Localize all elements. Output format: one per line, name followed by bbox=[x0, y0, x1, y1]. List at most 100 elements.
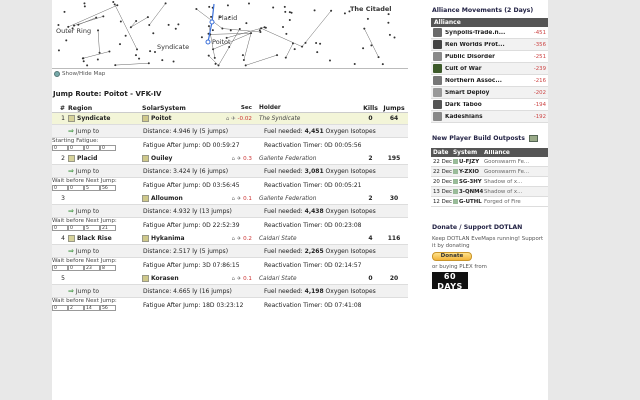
route-system-row[interactable]: 3Alloumon⌂ ✈ 0.1Gallente Federation230 bbox=[52, 193, 408, 205]
map-system-node[interactable] bbox=[77, 24, 79, 26]
alliance-row[interactable]: Dark Taboo-194 bbox=[431, 99, 548, 111]
solarsystem-link[interactable]: Hykanima bbox=[151, 235, 185, 242]
map-system-node[interactable] bbox=[239, 28, 241, 30]
map-system-node[interactable] bbox=[135, 20, 137, 22]
fatigue-input[interactable]: 0 bbox=[68, 265, 84, 271]
map-system-node[interactable] bbox=[168, 24, 170, 26]
map-system-node[interactable] bbox=[102, 15, 104, 17]
outpost-alliance[interactable]: Shadow of x... bbox=[484, 189, 548, 195]
map-system-node[interactable] bbox=[316, 51, 318, 53]
fatigue-input[interactable]: 56 bbox=[100, 305, 116, 311]
map-system-node[interactable] bbox=[362, 47, 364, 49]
map-system-node[interactable] bbox=[272, 7, 274, 9]
map-system-node[interactable] bbox=[394, 37, 396, 39]
map-system-node[interactable] bbox=[161, 59, 163, 61]
fatigue-input[interactable]: 21 bbox=[100, 225, 116, 231]
outpost-row[interactable]: 20 DecSG-3HYShadow of x... bbox=[431, 177, 548, 187]
route-system-row[interactable]: 5Korasen⌂ ✈ 0.1Caldari State020 bbox=[52, 273, 408, 285]
new-outposts-title-text[interactable]: New Player Build Outposts bbox=[432, 135, 525, 142]
fatigue-input[interactable]: 0 bbox=[52, 185, 68, 191]
map-system-node[interactable] bbox=[147, 16, 149, 18]
jump-to-link[interactable]: ⇒Jump to bbox=[68, 127, 99, 135]
map-system-node[interactable] bbox=[208, 55, 210, 57]
map-system-node[interactable] bbox=[214, 57, 216, 59]
map-system-node[interactable] bbox=[388, 13, 390, 15]
jump-to-link[interactable]: ⇒Jump to bbox=[68, 247, 99, 255]
map-system-node[interactable] bbox=[314, 9, 316, 11]
route-system-row[interactable]: 4Black RiseHykanima⌂ ✈ 0.2Caldari State4… bbox=[52, 233, 408, 245]
map-system-node[interactable] bbox=[149, 50, 151, 52]
route-system-row[interactable]: 2PlacidOuiley⌂ ✈ 0.3Gallente Federation2… bbox=[52, 153, 408, 165]
map-system-node[interactable] bbox=[154, 51, 156, 53]
holder-link[interactable]: Caldari State bbox=[254, 236, 361, 242]
show-hide-map-toggle[interactable]: Show/Hide Map bbox=[54, 71, 105, 77]
map-system-node[interactable] bbox=[243, 59, 245, 61]
fatigue-input[interactable]: 5 bbox=[84, 225, 100, 231]
map-route-node[interactable] bbox=[206, 40, 210, 44]
alliance-name[interactable]: Dark Taboo bbox=[445, 102, 530, 108]
map-system-node[interactable] bbox=[389, 34, 391, 36]
map-system-node[interactable] bbox=[285, 33, 287, 35]
map-system-node[interactable] bbox=[276, 54, 278, 56]
jump-to-link[interactable]: ⇒Jump to bbox=[68, 287, 99, 295]
map-system-node[interactable] bbox=[250, 32, 252, 34]
map-system-node[interactable] bbox=[84, 5, 86, 7]
map-system-node[interactable] bbox=[315, 42, 317, 44]
map-system-node[interactable] bbox=[125, 35, 127, 37]
map-system-node[interactable] bbox=[152, 32, 154, 34]
fatigue-input[interactable]: 0 bbox=[68, 185, 84, 191]
fatigue-input[interactable]: 5 bbox=[84, 185, 100, 191]
region-link[interactable]: Syndicate bbox=[77, 115, 110, 122]
map-system-node[interactable] bbox=[221, 28, 223, 30]
solarsystem-link[interactable]: Poitot bbox=[151, 115, 171, 122]
map-system-node[interactable] bbox=[284, 6, 286, 8]
fatigue-input[interactable]: 0 bbox=[68, 145, 84, 151]
map-system-node[interactable] bbox=[227, 4, 229, 6]
map-system-node[interactable] bbox=[291, 12, 293, 14]
outpost-alliance[interactable]: Forged of Fire bbox=[484, 199, 548, 205]
map-system-node[interactable] bbox=[354, 63, 356, 65]
map-system-node[interactable] bbox=[63, 11, 65, 13]
map-system-node[interactable] bbox=[282, 26, 284, 28]
map-system-node[interactable] bbox=[212, 29, 214, 31]
map-system-node[interactable] bbox=[119, 43, 121, 45]
map-system-node[interactable] bbox=[242, 54, 244, 56]
fatigue-input[interactable]: 14 bbox=[84, 305, 100, 311]
map-system-node[interactable] bbox=[217, 64, 219, 66]
map-system-node[interactable] bbox=[165, 2, 167, 4]
plex-gamecard-badge[interactable]: 60 DAYS PREPAID GAMECARD bbox=[432, 272, 468, 289]
outpost-alliance[interactable]: Shadow of x... bbox=[484, 179, 548, 185]
alliance-name[interactable]: Northern Assoc... bbox=[445, 78, 530, 84]
fatigue-input[interactable]: 0 bbox=[52, 305, 68, 311]
map-system-node[interactable] bbox=[289, 19, 291, 21]
map-system-node[interactable] bbox=[120, 20, 122, 22]
map-system-node[interactable] bbox=[284, 11, 286, 13]
route-system-row[interactable]: 1SyndicatePoitot⌂ ✈ -0.02The Syndicate06… bbox=[52, 113, 408, 125]
map-system-node[interactable] bbox=[370, 44, 372, 46]
map-system-node[interactable] bbox=[208, 25, 210, 27]
alliance-row[interactable]: Kadeshians-192 bbox=[431, 111, 548, 123]
map-system-node[interactable] bbox=[58, 49, 60, 51]
fatigue-input[interactable]: 8 bbox=[100, 265, 116, 271]
region-link[interactable]: Placid bbox=[77, 155, 97, 162]
outpost-row[interactable]: 13 Dec3-QNM4Shadow of x... bbox=[431, 187, 548, 197]
map-system-node[interactable] bbox=[114, 3, 116, 5]
outpost-system[interactable]: Y-ZXIO bbox=[459, 169, 479, 175]
alliance-row[interactable]: Public Disorder-251 bbox=[431, 51, 548, 63]
region-map[interactable]: Placid Poitot The Citadel Outer Ring Syn… bbox=[52, 0, 408, 69]
outpost-row[interactable]: 22 DecU-FJZYGoonswarm Fe... bbox=[431, 157, 548, 167]
map-system-node[interactable] bbox=[201, 36, 203, 38]
fatigue-input[interactable]: 0 bbox=[52, 225, 68, 231]
outpost-row[interactable]: 22 DecY-ZXIOGoonswarm Fe... bbox=[431, 167, 548, 177]
map-system-node[interactable] bbox=[378, 56, 380, 58]
map-system-node[interactable] bbox=[114, 64, 116, 66]
map-route-node[interactable] bbox=[210, 20, 214, 24]
map-system-node[interactable] bbox=[305, 42, 307, 44]
map-system-node[interactable] bbox=[136, 48, 138, 50]
holder-link[interactable]: Caldari State bbox=[254, 276, 361, 282]
map-system-node[interactable] bbox=[65, 39, 67, 41]
map-system-node[interactable] bbox=[130, 26, 132, 28]
map-system-node[interactable] bbox=[99, 52, 101, 54]
alliance-name[interactable]: Public Disorder bbox=[445, 54, 530, 60]
outpost-system[interactable]: U-FJZY bbox=[459, 159, 479, 165]
